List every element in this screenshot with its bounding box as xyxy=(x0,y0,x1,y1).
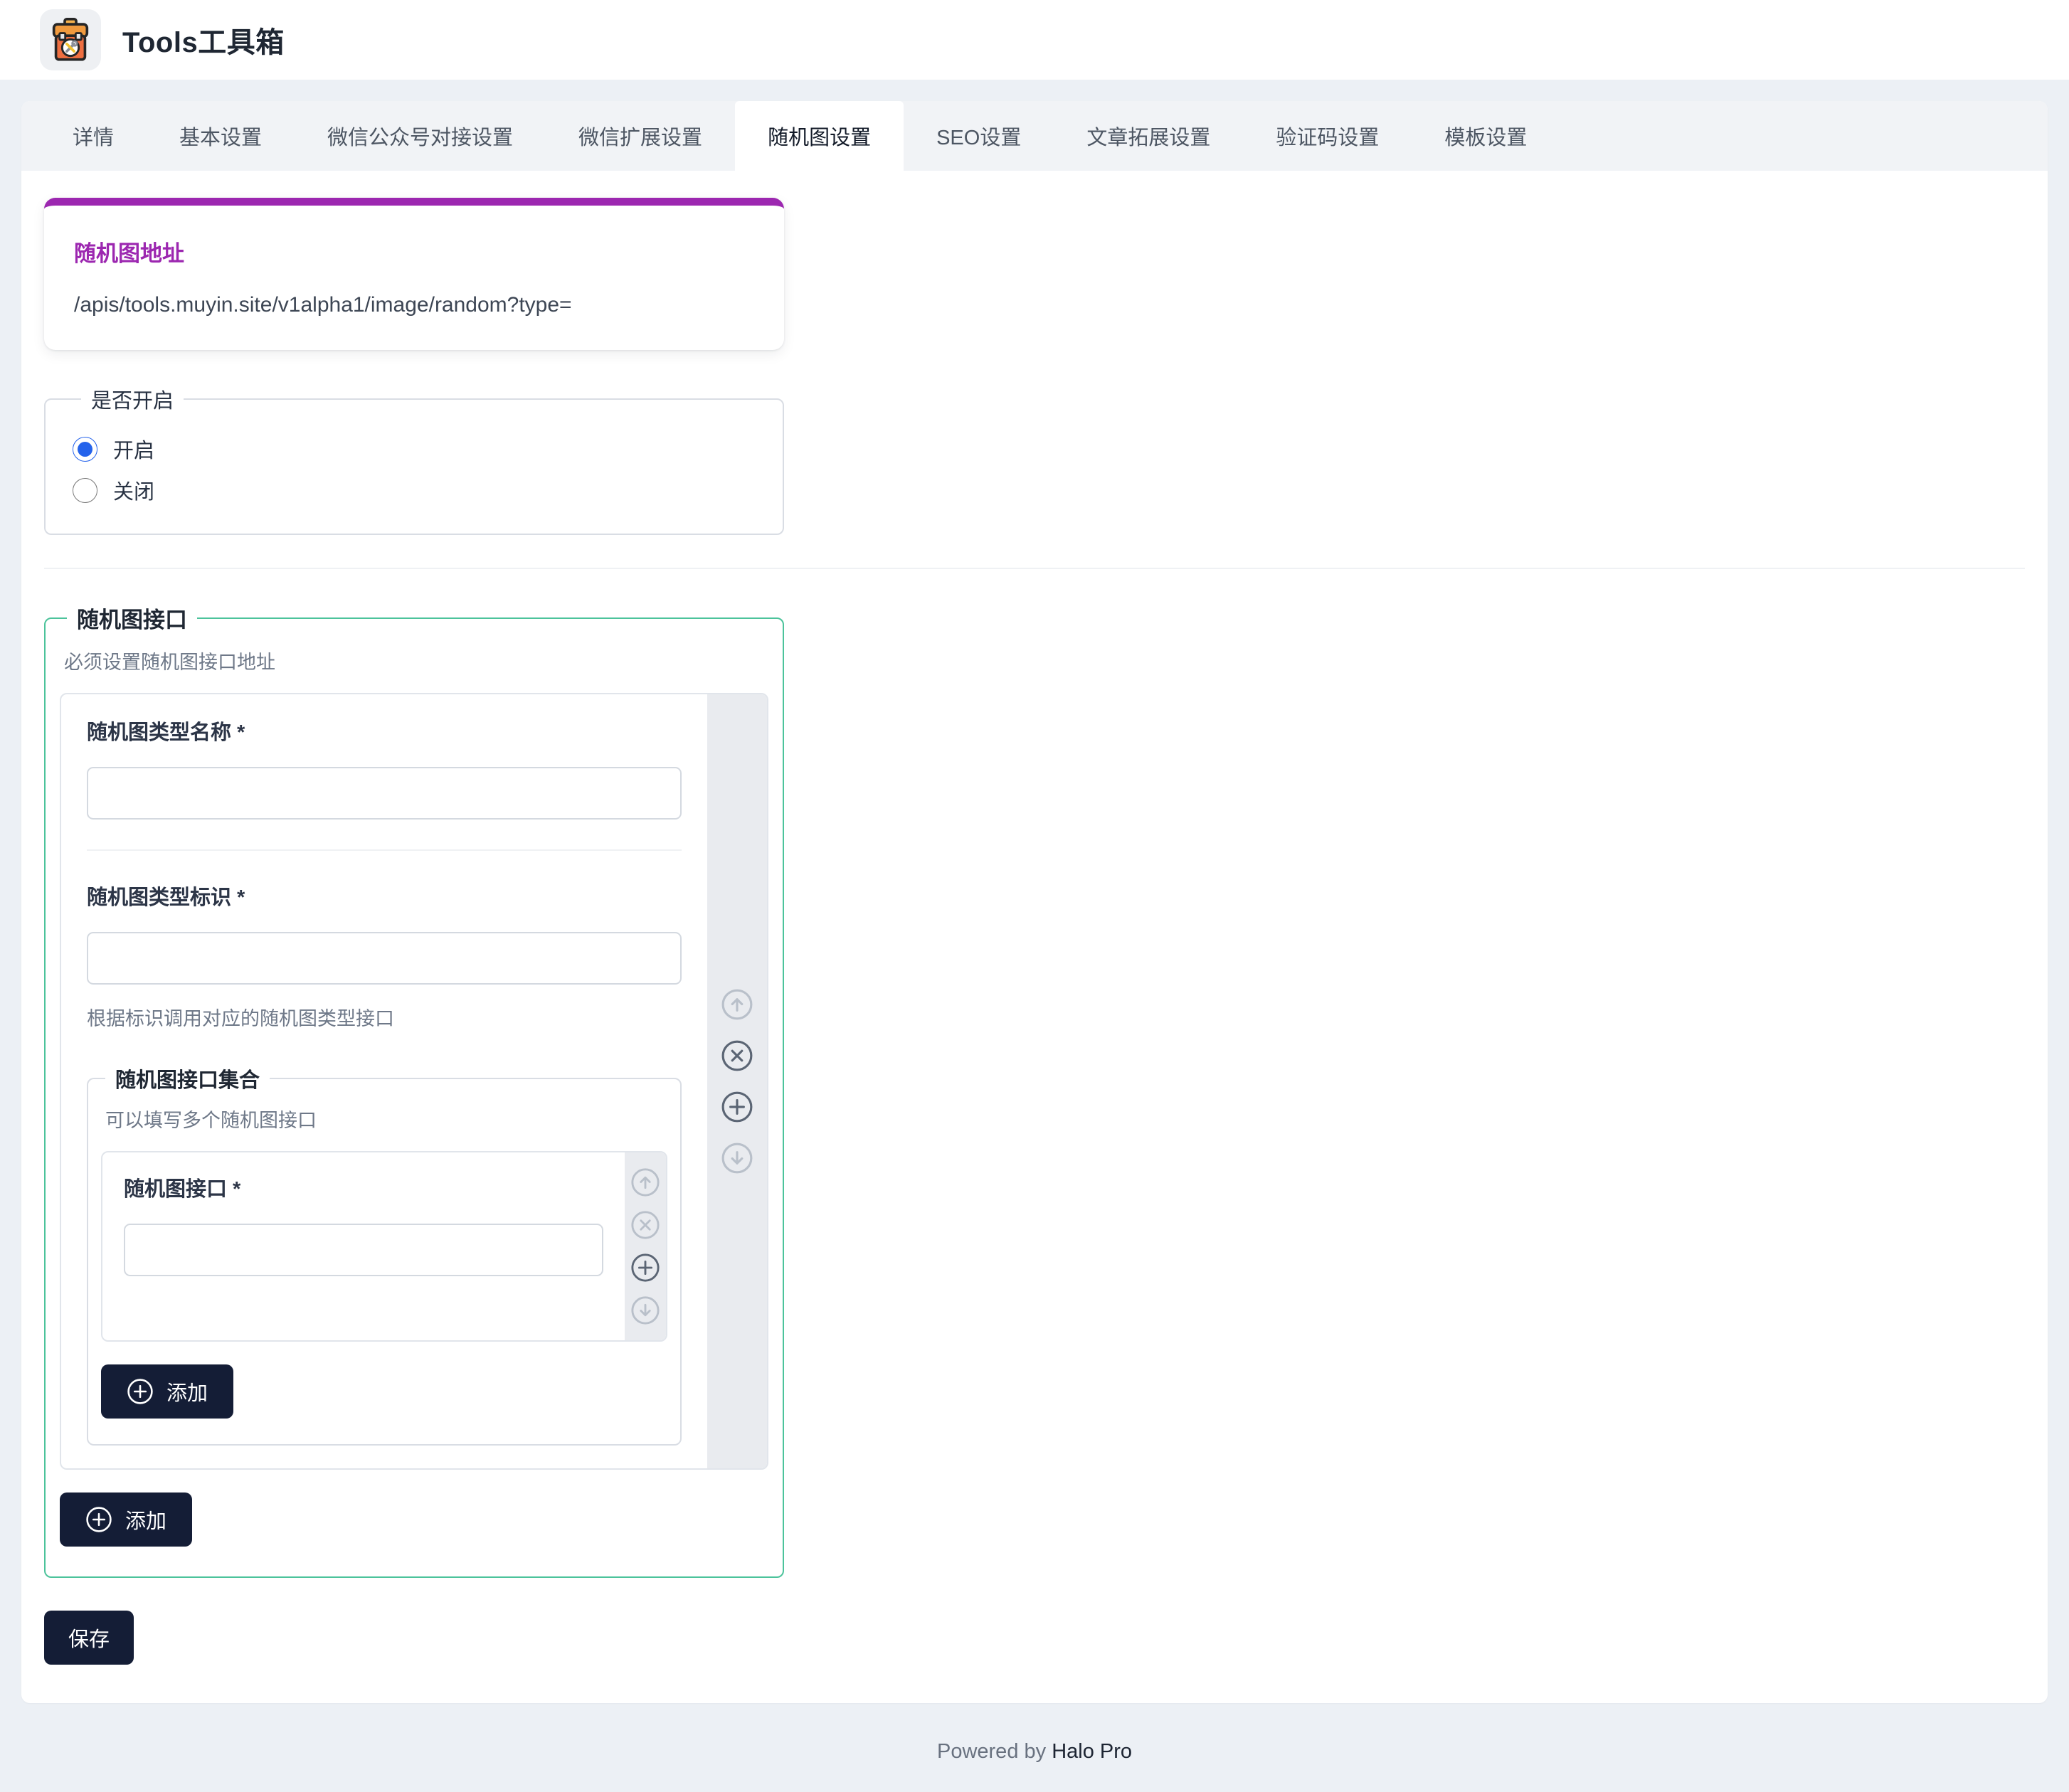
arrow-up-circle-icon xyxy=(721,988,753,1021)
tab-article-ext-settings[interactable]: 文章拓展设置 xyxy=(1054,101,1243,171)
tab-wechat-ext-settings[interactable]: 微信扩展设置 xyxy=(546,101,735,171)
interface-legend: 随机图接口 xyxy=(67,602,197,634)
add-button-label: 添加 xyxy=(166,1377,208,1406)
type-name-label: 随机图类型名称 * xyxy=(87,716,682,746)
card-title: 随机图地址 xyxy=(74,235,754,267)
toolbox-icon xyxy=(46,15,95,65)
app-header: Tools工具箱 xyxy=(0,0,2069,80)
radio-label: 开启 xyxy=(113,434,154,464)
type-slug-label: 随机图类型标识 * xyxy=(87,881,682,911)
plus-circle-icon xyxy=(85,1506,112,1533)
add-collection-entry-button[interactable]: 添加 xyxy=(101,1364,233,1419)
move-down-button[interactable] xyxy=(721,1142,753,1175)
settings-panel: 详情 基本设置 微信公众号对接设置 微信扩展设置 随机图设置 SEO设置 文章拓… xyxy=(21,101,2048,1703)
add-item-button[interactable] xyxy=(721,1091,753,1123)
settings-tab-bar: 详情 基本设置 微信公众号对接设置 微信扩展设置 随机图设置 SEO设置 文章拓… xyxy=(21,101,2048,171)
arrow-down-circle-icon xyxy=(630,1295,660,1325)
interface-help-text: 必须设置随机图接口地址 xyxy=(64,647,768,674)
tab-basic-settings[interactable]: 基本设置 xyxy=(147,101,295,171)
remove-item-button[interactable] xyxy=(721,1039,753,1072)
collection-entry-controls xyxy=(625,1152,666,1340)
arrow-down-circle-icon xyxy=(721,1142,753,1175)
plus-circle-icon xyxy=(721,1091,753,1123)
add-button-label: 添加 xyxy=(125,1505,166,1534)
arrow-up-circle-icon xyxy=(630,1167,660,1197)
enable-legend: 是否开启 xyxy=(81,384,184,414)
app-logo xyxy=(40,9,101,70)
section-divider xyxy=(44,568,2025,569)
page: Tools工具箱 详情 基本设置 微信公众号对接设置 微信扩展设置 随机图设置 … xyxy=(0,0,2069,1792)
halo-pro-link[interactable]: Halo Pro xyxy=(1052,1740,1132,1763)
collection-entry-card: 随机图接口 * xyxy=(101,1151,667,1342)
entry-label: 随机图接口 * xyxy=(124,1172,603,1202)
add-interface-item-button[interactable]: 添加 xyxy=(60,1493,192,1547)
disable-radio[interactable] xyxy=(73,478,97,503)
collection-fieldset: 随机图接口集合 可以填写多个随机图接口 随机图接口 * xyxy=(87,1064,682,1446)
tab-wechat-mp-settings[interactable]: 微信公众号对接设置 xyxy=(295,101,546,171)
footer: Powered by Halo Pro xyxy=(0,1703,2069,1792)
add-entry-button[interactable] xyxy=(630,1253,660,1283)
page-title: Tools工具箱 xyxy=(122,19,285,60)
tab-seo-settings[interactable]: SEO设置 xyxy=(904,101,1054,171)
radio-label: 关闭 xyxy=(113,475,154,505)
move-up-button[interactable] xyxy=(721,988,753,1021)
move-up-button[interactable] xyxy=(630,1167,660,1197)
x-circle-icon xyxy=(721,1039,753,1072)
interface-item-card: 随机图类型名称 * 随机图类型标识 * 根据标识调用对应的随机图类型接口 随机图… xyxy=(60,693,768,1470)
tab-content: 随机图地址 /apis/tools.muyin.site/v1alpha1/im… xyxy=(21,171,2048,1665)
interface-item-content: 随机图类型名称 * 随机图类型标识 * 根据标识调用对应的随机图类型接口 随机图… xyxy=(61,694,707,1468)
radio-option-enable[interactable]: 开启 xyxy=(73,434,756,464)
entry-url-input[interactable] xyxy=(124,1224,603,1276)
enable-radio[interactable] xyxy=(73,437,97,462)
field-divider xyxy=(87,849,682,851)
tab-captcha-settings[interactable]: 验证码设置 xyxy=(1243,101,1412,171)
collection-help-text: 可以填写多个随机图接口 xyxy=(105,1105,667,1133)
powered-by-text: Powered by xyxy=(937,1740,1052,1763)
type-name-input[interactable] xyxy=(87,767,682,820)
plus-circle-icon xyxy=(630,1253,660,1283)
collection-entry-content: 随机图接口 * xyxy=(102,1152,625,1340)
remove-entry-button[interactable] xyxy=(630,1210,660,1240)
move-down-button[interactable] xyxy=(630,1295,660,1325)
save-button-label: 保存 xyxy=(68,1623,110,1653)
type-slug-input[interactable] xyxy=(87,932,682,985)
tab-template-settings[interactable]: 模板设置 xyxy=(1412,101,1560,171)
random-image-address-card: 随机图地址 /apis/tools.muyin.site/v1alpha1/im… xyxy=(44,198,784,350)
type-slug-help: 根据标识调用对应的随机图类型接口 xyxy=(87,1003,682,1031)
interface-item-controls xyxy=(707,694,767,1468)
interface-fieldset: 随机图接口 必须设置随机图接口地址 随机图类型名称 * 随机图类型标识 * 根据… xyxy=(44,602,784,1578)
tab-random-image-settings[interactable]: 随机图设置 xyxy=(735,101,904,171)
plus-circle-icon xyxy=(127,1378,154,1405)
save-button[interactable]: 保存 xyxy=(44,1611,134,1665)
api-url-text: /apis/tools.muyin.site/v1alpha1/image/ra… xyxy=(74,293,754,317)
enable-fieldset: 是否开启 开启 关闭 xyxy=(44,384,784,535)
collection-legend: 随机图接口集合 xyxy=(105,1064,270,1093)
x-circle-icon xyxy=(630,1210,660,1240)
radio-option-disable[interactable]: 关闭 xyxy=(73,475,756,505)
tab-details[interactable]: 详情 xyxy=(40,101,147,171)
